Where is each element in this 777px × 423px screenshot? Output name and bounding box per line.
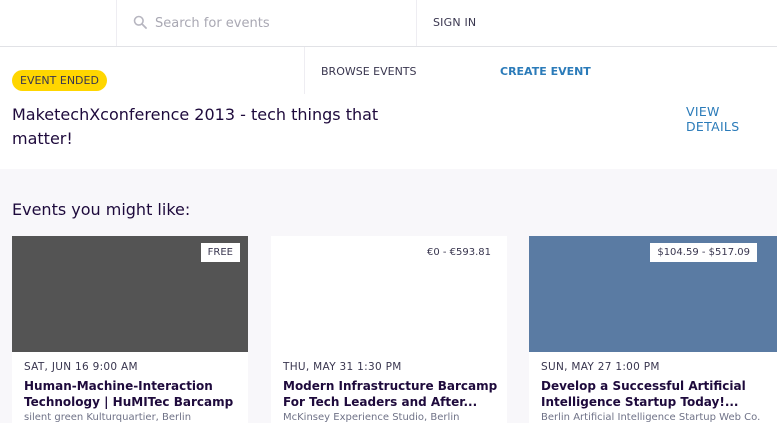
event-title: MaketechXconference 2013 - tech things t…: [12, 105, 379, 148]
event-card-title: Develop a Successful Artificial Intellig…: [541, 379, 746, 409]
related-events-section: Events you might like: FREE SAT, JUN 16 …: [0, 169, 777, 423]
price-tag: €0 - €593.81: [426, 247, 491, 258]
top-header: SIGN IN: [0, 0, 777, 47]
sign-in-link[interactable]: SIGN IN: [433, 16, 476, 29]
search-input[interactable]: [155, 12, 405, 34]
browse-events-label: BROWSE EVENTS: [321, 65, 417, 78]
event-ended-badge: EVENT ENDED: [12, 70, 107, 91]
event-card-date: SAT, JUN 16 9:00 AM: [24, 361, 138, 373]
page: SIGN IN BROWSE EVENTS CREATE EVENT EVENT…: [0, 0, 777, 423]
price-tag: $104.59 - $517.09: [650, 243, 757, 262]
event-card-venue: silent green Kulturquartier, Berlin: [24, 412, 192, 423]
event-card-date: THU, MAY 31 1:30 PM: [283, 361, 402, 373]
event-card-title: Human-Machine-Interaction Technology | H…: [24, 379, 234, 409]
price-tag: FREE: [200, 243, 240, 262]
search-bar[interactable]: [117, 0, 417, 46]
browse-events-tab[interactable]: BROWSE EVENTS: [304, 47, 484, 94]
event-card-venue: McKinsey Experience Studio, Berlin: [283, 412, 460, 423]
related-events-heading: Events you might like:: [12, 200, 191, 219]
event-card[interactable]: €0 - €593.81 THU, MAY 31 1:30 PM Modern …: [271, 236, 507, 423]
search-icon: [133, 15, 147, 29]
event-card-title: Modern Infrastructure Barcamp For Tech L…: [283, 379, 498, 409]
event-card-venue: Berlin Artificial Intelligence Startup W…: [541, 412, 761, 423]
event-card-date: SUN, MAY 27 1:00 PM: [541, 361, 660, 373]
event-card[interactable]: FREE SAT, JUN 16 9:00 AM Human-Machine-I…: [12, 236, 248, 423]
event-card[interactable]: $104.59 - $517.09 SUN, MAY 27 1:00 PM De…: [529, 236, 777, 423]
create-event-link[interactable]: CREATE EVENT: [500, 65, 591, 78]
view-details-link[interactable]: VIEW DETAILS: [686, 104, 777, 134]
logo-area[interactable]: [0, 0, 117, 46]
